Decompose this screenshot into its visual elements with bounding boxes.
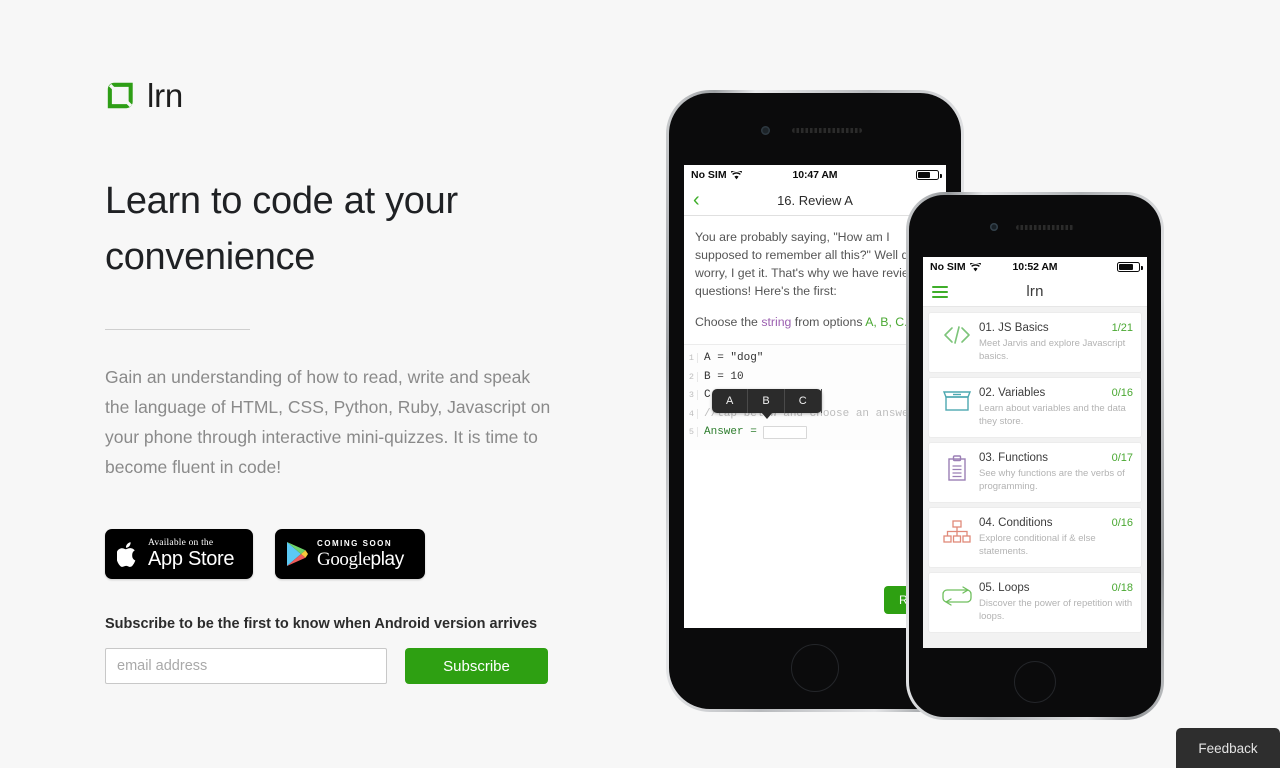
lesson-paragraph-2: Choose the string from options A, B, C. (695, 313, 935, 331)
list-item[interactable]: 03. Functions 0/17 See why functions are… (929, 443, 1141, 502)
back-chevron-icon[interactable]: ‹ (693, 190, 700, 210)
front-camera-icon (761, 126, 770, 135)
code-text: A = "dog" (704, 352, 764, 365)
lesson-paragraph-1: You are probably saying, "How am I suppo… (695, 230, 928, 298)
email-input[interactable] (105, 648, 387, 684)
hero-left-column: lrn Learn to code at your convenience Ga… (105, 72, 625, 684)
option-a[interactable]: A (712, 389, 749, 413)
course-title: 05. Loops (979, 582, 1030, 594)
code-text: Answer = (704, 426, 764, 439)
option-c[interactable]: C (785, 389, 822, 413)
list-item[interactable]: 04. Conditions 0/16 Explore conditional … (929, 508, 1141, 567)
wifi-icon (730, 170, 742, 179)
app-title: lrn (1026, 283, 1044, 300)
home-button[interactable] (791, 644, 839, 692)
option-b[interactable]: B (748, 389, 785, 413)
course-title: 01. JS Basics (979, 322, 1049, 334)
phone2-navbar: lrn (923, 277, 1147, 307)
page-title: Learn to code at your convenience (105, 180, 458, 278)
status-time: 10:47 AM (792, 169, 838, 181)
subscribe-form: Subscribe (105, 648, 625, 684)
subscribe-heading: Subscribe to be the first to know when A… (105, 616, 538, 632)
lrn-logo-icon (107, 82, 133, 108)
google-play-coming-soon: COMING SOON (317, 538, 393, 548)
hero-description: Gain an understanding of how to read, wr… (105, 367, 551, 477)
google-play-icon (287, 542, 308, 566)
phone2-screen: No SIM 10:52 AM lrn 01. JS Basics 1/21 M… (923, 257, 1147, 648)
carrier-label: No SIM (930, 261, 966, 273)
brand-logo[interactable]: lrn (105, 72, 625, 118)
home-button[interactable] (1014, 661, 1056, 703)
phone2-status-bar: No SIM 10:52 AM (923, 257, 1147, 277)
list-item[interactable]: 02. Variables 0/16 Learn about variables… (929, 378, 1141, 437)
google-play-light: play (370, 548, 405, 570)
course-progress: 0/18 (1111, 582, 1133, 594)
google-play-badge[interactable]: COMING SOON Googleplay (275, 529, 425, 579)
app-store-big-text: App Store (148, 548, 235, 570)
popover-arrow-icon (760, 412, 773, 419)
apple-icon (117, 541, 136, 567)
course-progress: 0/17 (1111, 452, 1133, 464)
divider (105, 329, 250, 330)
tree-hierarchy-icon (935, 517, 979, 545)
landing-page: lrn Learn to code at your convenience Ga… (0, 0, 1280, 768)
course-title: 04. Conditions (979, 517, 1053, 529)
code-text: B = 10 (704, 370, 744, 383)
course-progress: 0/16 (1111, 517, 1133, 529)
list-item[interactable]: 01. JS Basics 1/21 Meet Jarvis and explo… (929, 313, 1141, 372)
carrier-label: No SIM (691, 169, 727, 181)
line-number: 1 (684, 353, 698, 364)
feedback-tab[interactable]: Feedback (1176, 728, 1280, 768)
choose-mid: from options (791, 315, 866, 329)
course-description: Learn about variables and the data they … (979, 403, 1126, 427)
answer-options-popover[interactable]: A B C (712, 389, 822, 419)
earpiece-speaker-icon (1016, 225, 1074, 230)
front-camera-icon (990, 223, 998, 231)
subscribe-button[interactable]: Subscribe (405, 648, 548, 684)
course-title: 02. Variables (979, 387, 1046, 399)
line-number: 2 (684, 371, 698, 382)
course-description: See why functions are the verbs of progr… (979, 468, 1125, 492)
answer-input[interactable] (763, 425, 808, 439)
choose-options: A, B, C. (865, 315, 908, 329)
battery-icon (916, 170, 942, 180)
course-progress: 1/21 (1111, 322, 1133, 334)
phone1-status-bar: No SIM 10:47 AM (684, 165, 946, 185)
course-title: 03. Functions (979, 452, 1049, 464)
google-play-main: Google (317, 548, 371, 570)
store-badges: Available on the App Store COMING SOON G… (105, 529, 625, 579)
line-number: 5 (684, 427, 698, 438)
course-description: Explore conditional if & else statements… (979, 533, 1096, 557)
phone-mockup-courses: No SIM 10:52 AM lrn 01. JS Basics 1/21 M… (906, 192, 1164, 720)
course-description: Meet Jarvis and explore Javascript basic… (979, 338, 1126, 362)
wifi-icon (969, 262, 981, 271)
hamburger-menu-icon[interactable] (932, 283, 948, 301)
keyword-string: string (761, 315, 792, 329)
line-number: 3 (684, 390, 698, 401)
course-list: 01. JS Basics 1/21 Meet Jarvis and explo… (923, 307, 1147, 648)
clipboard-icon (935, 452, 979, 482)
earpiece-speaker-icon (792, 128, 862, 133)
course-progress: 0/16 (1111, 387, 1133, 399)
status-time: 10:52 AM (1012, 261, 1058, 273)
loop-arrows-icon (935, 582, 979, 608)
list-item[interactable]: 05. Loops 0/18 Discover the power of rep… (929, 573, 1141, 632)
battery-icon (1117, 262, 1143, 272)
app-store-badge[interactable]: Available on the App Store (105, 529, 253, 579)
course-description: Discover the power of repetition with lo… (979, 598, 1133, 622)
brand-name: lrn (147, 76, 184, 114)
code-brackets-icon (935, 322, 979, 346)
box-icon (935, 387, 979, 413)
choose-pre: Choose the (695, 315, 762, 329)
line-number: 4 (684, 408, 698, 419)
